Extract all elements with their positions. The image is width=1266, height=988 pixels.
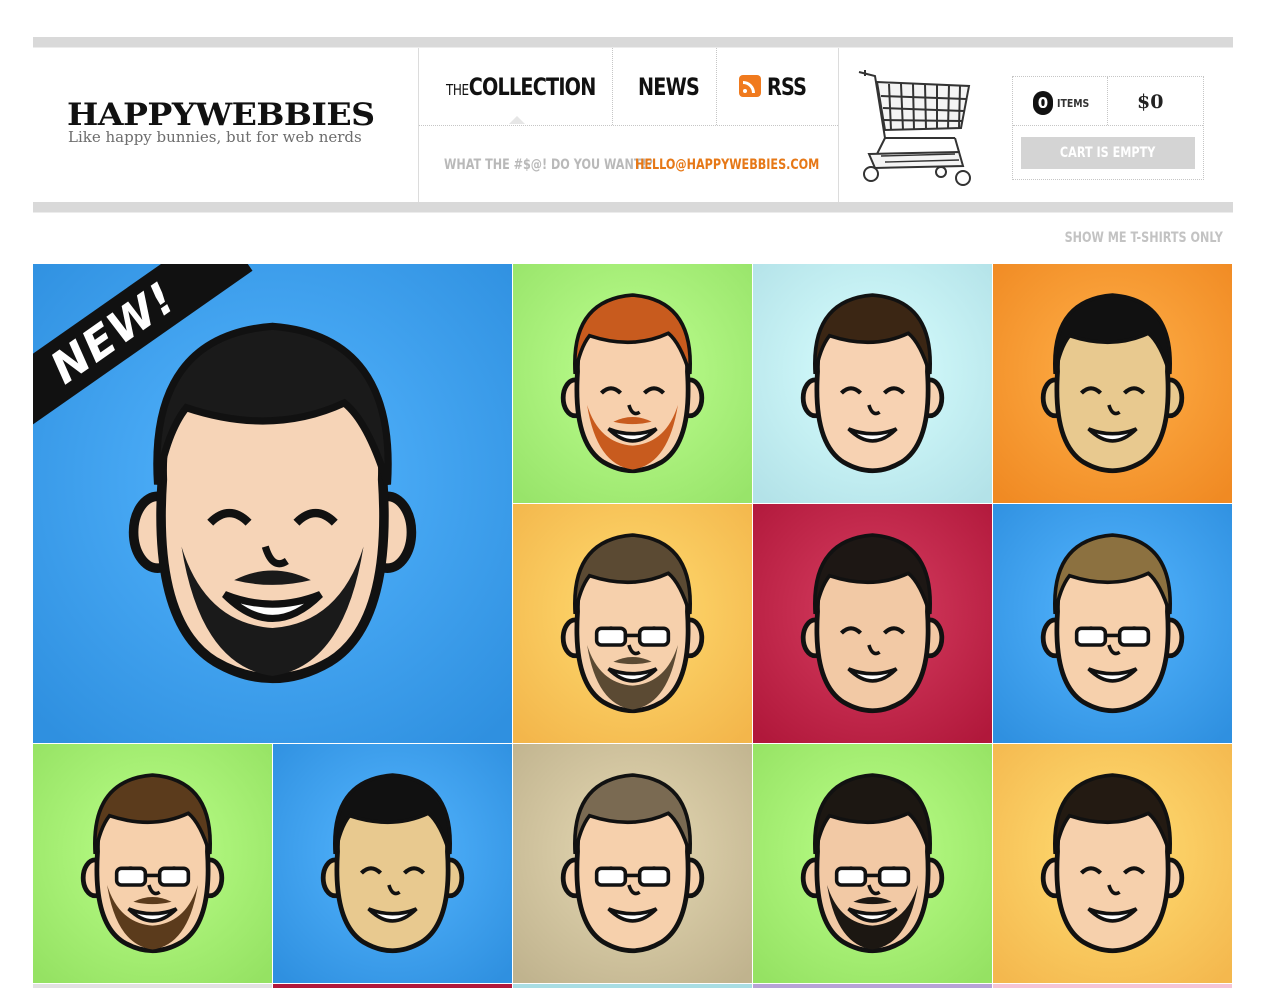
header-bottom-border: [33, 202, 1233, 213]
product-tile-avatar-glasses-mustache-man[interactable]: [33, 744, 272, 983]
next-row-tile-edge[interactable]: [753, 984, 992, 988]
cart-count-badge: 0: [1033, 91, 1053, 115]
next-row-tile-edge[interactable]: [273, 984, 512, 988]
product-grid: NEW!: [33, 264, 1233, 988]
cart-items-label: ITEMS: [1057, 97, 1090, 110]
contact-question: WHAT THE #$@! DO YOU WANT!?: [444, 157, 654, 173]
rss-icon: [739, 75, 761, 97]
contact-email-link[interactable]: HELLO@HAPPYWEBBIES.COM: [635, 157, 819, 173]
product-tile-avatar-glasses-man-blue[interactable]: [993, 504, 1232, 743]
product-tile-avatar-redhead-man[interactable]: [513, 264, 752, 503]
nav-the-collection[interactable]: THECOLLECTION: [446, 73, 597, 101]
avatar-smiling-man-orange: [993, 264, 1232, 503]
tshirts-only-filter-link[interactable]: SHOW ME T-SHIRTS ONLY: [1065, 230, 1223, 246]
header-divider: [838, 48, 839, 202]
cart-status-button[interactable]: CART IS EMPTY: [1021, 137, 1195, 169]
nav-news[interactable]: NEWS: [638, 73, 700, 101]
next-row-tile-edge[interactable]: [513, 984, 752, 988]
cart-summary: 0 ITEMS $0 CART IS EMPTY: [1012, 76, 1204, 180]
product-tile-avatar-asian-man[interactable]: [273, 744, 512, 983]
new-badge-label: NEW!: [41, 272, 185, 394]
avatar-redhead-man: [513, 264, 752, 503]
nav-rss-label: RSS: [767, 73, 807, 101]
cart-divider: [1013, 125, 1203, 126]
new-badge-ribbon: NEW!: [33, 264, 263, 494]
avatar-glasses-man-tan: [513, 744, 752, 983]
nav-collection-prefix: THE: [446, 81, 469, 99]
header-top-border: [33, 37, 1233, 48]
avatar-glasses-man-blue: [993, 504, 1232, 743]
new-badge-band: NEW!: [33, 264, 253, 443]
avatar-glasses-goatee-man: [513, 504, 752, 743]
product-tile-avatar-curly-hair-man[interactable]: [753, 504, 992, 743]
product-tile-avatar-curly-man-yellow[interactable]: [993, 744, 1232, 983]
next-row-tile-edge[interactable]: [993, 984, 1232, 988]
avatar-glasses-goatee-man-green: [753, 744, 992, 983]
product-tile-avatar-smiling-man-orange[interactable]: [993, 264, 1232, 503]
cart-divider: [1107, 77, 1108, 125]
product-tile-avatar-glasses-goatee-man[interactable]: [513, 504, 752, 743]
avatar-asian-man: [273, 744, 512, 983]
avatar-glasses-mustache-man: [33, 744, 272, 983]
product-tile-avatar-brunette-woman[interactable]: [753, 264, 992, 503]
nav-news-label: NEWS: [638, 73, 700, 101]
avatar-brunette-woman: [753, 264, 992, 503]
next-row-tile-edge[interactable]: [33, 984, 272, 988]
nav-collection-label: COLLECTION: [468, 73, 597, 101]
nav-rss[interactable]: RSS: [739, 73, 816, 101]
product-tile-avatar-featured-bearded-man[interactable]: NEW!: [33, 264, 512, 743]
cart-status-label: CART IS EMPTY: [1060, 145, 1156, 161]
product-tile-avatar-glasses-goatee-man-green[interactable]: [753, 744, 992, 983]
site-header: HAPPYWEBBIES Like happy bunnies, but for…: [33, 48, 1233, 202]
nav-divider: [419, 125, 838, 126]
nav-divider: [716, 48, 717, 125]
cart-total: $0: [1137, 91, 1164, 113]
nav-divider: [612, 48, 613, 125]
site-tagline: Like happy bunnies, but for web nerds: [68, 128, 362, 146]
avatar-curly-hair-man: [753, 504, 992, 743]
active-nav-indicator: [509, 116, 525, 124]
shopping-cart-icon[interactable]: [855, 66, 975, 190]
avatar-curly-man-yellow: [993, 744, 1232, 983]
product-tile-avatar-glasses-man-tan[interactable]: [513, 744, 752, 983]
